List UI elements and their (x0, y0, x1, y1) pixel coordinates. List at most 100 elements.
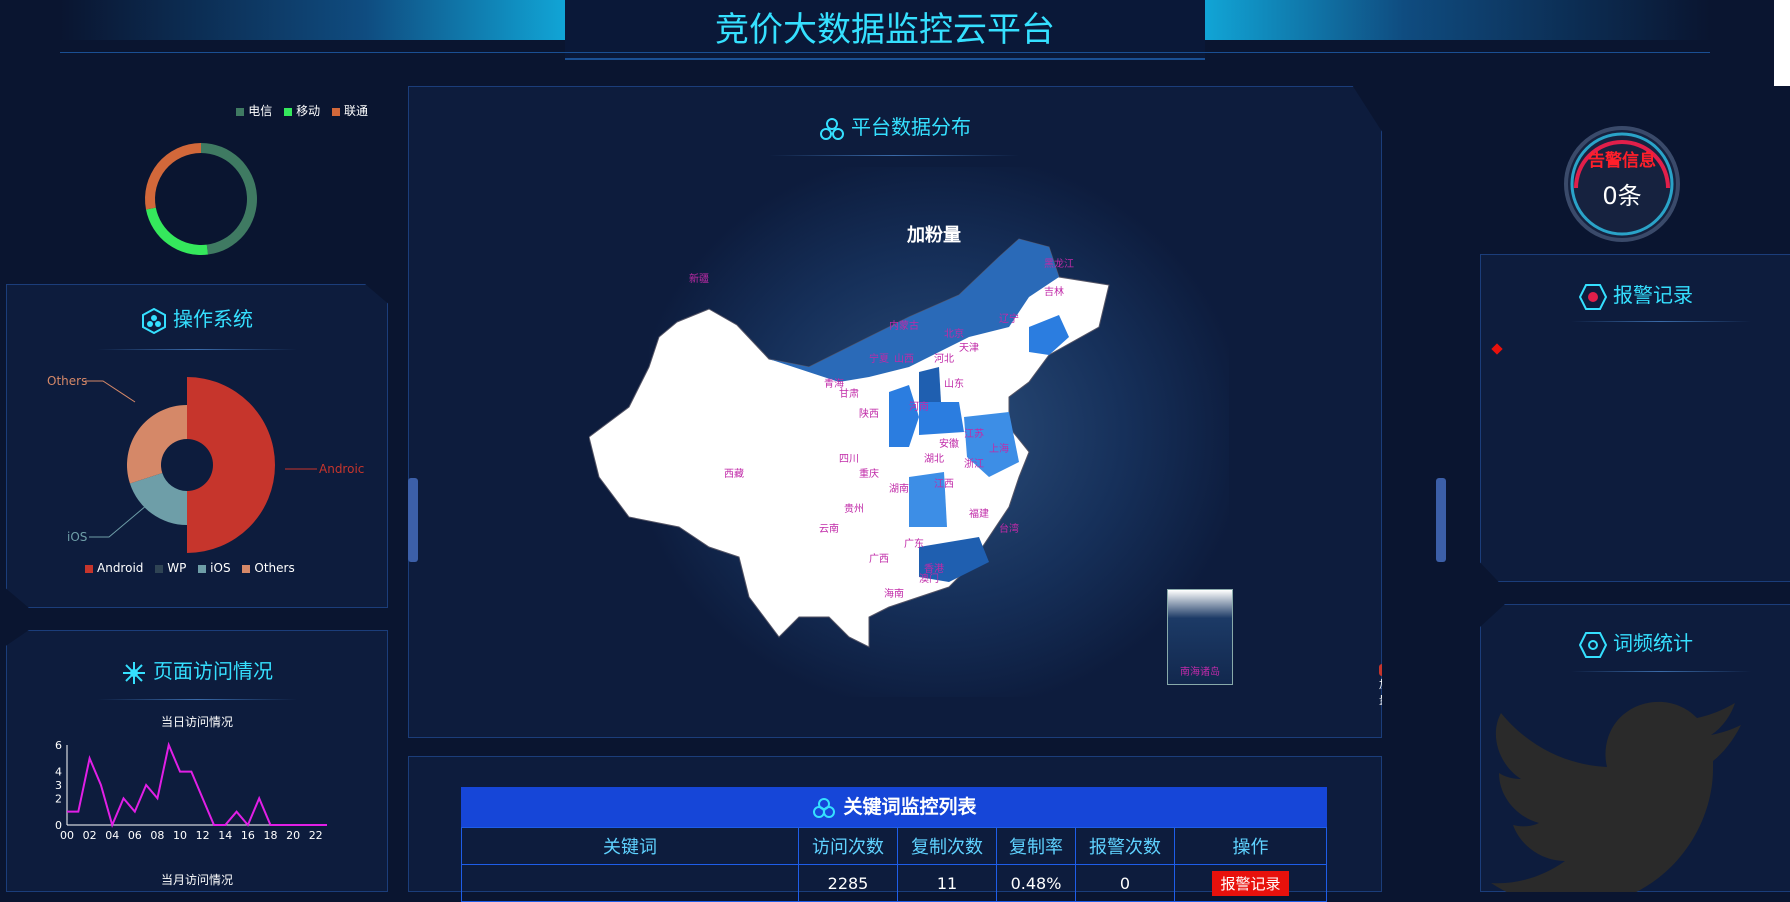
legend-wp: WP (167, 561, 187, 575)
legend-others: Others (254, 561, 295, 575)
word-stats-separator (1571, 671, 1751, 672)
map-title-separator (769, 155, 1019, 156)
map-panel-title-label: 平台数据分布 (851, 115, 971, 139)
header-right-glow (1200, 0, 1710, 40)
province-label: 澳门 (919, 572, 939, 585)
province-label: 新疆 (689, 272, 709, 285)
visits-title: 页面访问情况 (7, 655, 387, 686)
province-label: 海南 (884, 587, 904, 600)
os-slice-others (126, 405, 187, 484)
page-scroll-strip (1774, 0, 1790, 86)
cluster-icon (820, 117, 844, 140)
province-label: 湖北 (924, 453, 944, 465)
keyword-table: 关键词 访问次数 复制次数 复制率 报警次数 操作 2285 11 0.48% … (461, 827, 1327, 902)
legend-unicom: 联通 (343, 104, 368, 118)
map-left-handle (408, 478, 418, 562)
province-label: 山东 (944, 377, 964, 390)
os-title-separator (97, 349, 297, 350)
map-legend-min: 0 (1383, 637, 1390, 650)
alarm-gauge-title: 告警信息 (1588, 151, 1656, 171)
inset-label: 南海诸岛 (1180, 667, 1220, 678)
bird-icon (1491, 701, 1741, 892)
map-right-handle (1436, 478, 1446, 562)
x-tick-label: 00 (60, 829, 74, 842)
province-label: 宁夏 (869, 352, 889, 365)
x-tick-label: 22 (309, 829, 323, 842)
keyword-panel: 关键词监控列表 关键词 访问次数 复制次数 复制率 报警次数 操作 2285 1… (408, 756, 1382, 902)
legend-mobile: 移动 (296, 104, 321, 118)
cell-visits: 2285 (798, 864, 898, 902)
header-left-glow (60, 0, 570, 40)
word-stats-title: 词频统计 (1481, 627, 1790, 658)
x-tick-label: 10 (173, 829, 187, 842)
biohazard-icon (813, 797, 836, 818)
visits-panel: 页面访问情况 当日访问情况 0 2 3 4 6 00 02 04 06 08 10 12 14 16 18 2… (6, 630, 388, 892)
os-icon (142, 307, 166, 334)
os-slice-ios (129, 473, 187, 525)
x-tick-label: 08 (150, 829, 164, 842)
alarm-record-button[interactable]: 报警记录 (1212, 870, 1289, 896)
legend-telecom: 电信 (248, 104, 273, 118)
province-label: 广西 (869, 553, 889, 565)
map-legend-gradient (1399, 505, 1419, 645)
map-legend-swatch (1379, 664, 1382, 676)
alarm-records-title: 报警记录 (1481, 279, 1790, 310)
province-label: 天津 (959, 342, 979, 354)
cell-action: 报警记录 (1174, 864, 1327, 902)
legend-dot-mobile (284, 107, 293, 116)
map-panel-title: 平台数据分布 (409, 111, 1381, 142)
col-rate: 复制率 (996, 827, 1076, 865)
cell-rate: 0.48% (996, 864, 1076, 902)
x-tick-label: 20 (286, 829, 300, 842)
os-panel: 操作系统 Others Androic iOS Android WP iOS O… (6, 284, 388, 608)
x-tick-label: 06 (128, 829, 142, 842)
cell-copies: 11 (897, 864, 997, 902)
network-icon (123, 661, 145, 684)
alarm-gauge: 告警信息 0条 (1560, 122, 1684, 246)
province-label: 陕西 (859, 407, 879, 420)
province-label: 河南 (909, 400, 929, 413)
alarm-records-separator (1571, 321, 1751, 322)
carrier-slice-2 (145, 143, 201, 210)
x-tick-label: 02 (83, 829, 97, 842)
os-label-line-others (85, 380, 136, 403)
visits-series-line (67, 741, 327, 829)
province-label: 上海 (989, 442, 1009, 455)
y-tick-label: 6 (55, 739, 62, 752)
province-label: 贵州 (844, 502, 864, 515)
map-legend-series-label: 加粉量 (1379, 678, 1401, 707)
carrier-legend: 电信 移动 联通 (228, 102, 368, 119)
province-label: 台湾 (999, 522, 1019, 535)
map-legend-max: 2 (1383, 501, 1390, 514)
china-map-outline (589, 238, 1110, 648)
province-label: 福建 (969, 507, 989, 520)
x-tick-label: 16 (241, 829, 255, 842)
alarm-gauge-count: 0条 (1602, 182, 1642, 210)
province-label: 吉林 (1044, 285, 1064, 298)
alarm-records-marker (1491, 343, 1503, 355)
legend-ios: iOS (210, 561, 231, 575)
province-label: 重庆 (859, 467, 879, 480)
col-visits: 访问次数 (798, 827, 898, 865)
header-bar: 竞价大数据监控云平台 (0, 0, 1790, 60)
legend-android: Android (97, 561, 144, 575)
province-label: 云南 (819, 522, 839, 535)
daily-visits-chart: 0234600 02 04 06 08 10 12 14 16 18 20 22 (55, 739, 327, 842)
keyword-table-head-row: 关键词 访问次数 复制次数 复制率 报警次数 操作 (461, 827, 1327, 865)
alarm-icon (1579, 283, 1607, 310)
carrier-slice-1 (145, 207, 209, 255)
legend-dot-others (242, 564, 251, 573)
cell-keyword (461, 864, 799, 902)
province-label: 山西 (894, 353, 914, 365)
keyword-table-title: 关键词监控列表 (843, 796, 977, 818)
x-tick-label: 12 (196, 829, 210, 842)
monthly-chart-title: 当月访问情况 (160, 873, 233, 887)
os-title: 操作系统 (7, 303, 387, 334)
province-label: 安徽 (939, 437, 959, 450)
os-rose-chart: Others Androic iOS (47, 374, 364, 553)
province-label: 黑龙江 (1044, 257, 1074, 270)
map-legend-series: 加粉量 (1379, 663, 1401, 708)
word-stats-title-label: 词频统计 (1613, 631, 1693, 655)
os-label-line-ios (89, 504, 148, 538)
cell-alarms: 0 (1075, 864, 1175, 902)
